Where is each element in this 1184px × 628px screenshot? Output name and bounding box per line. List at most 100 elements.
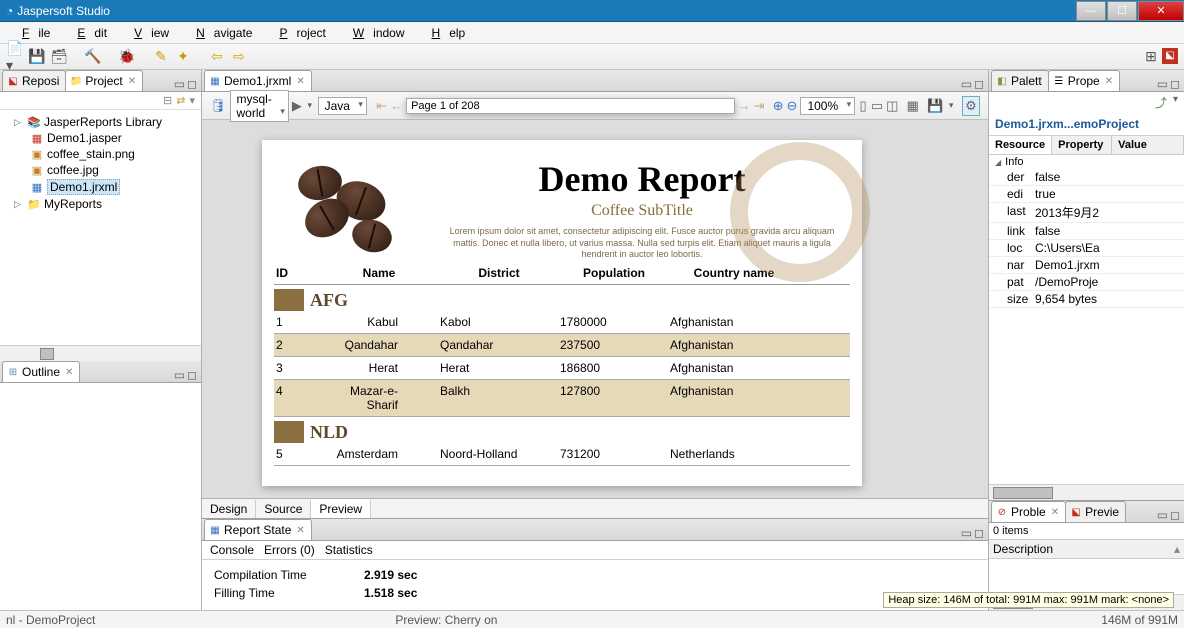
tree-lib[interactable]: ▷📚JasperReports Library (4, 114, 197, 130)
close-icon[interactable]: ✕ (128, 76, 136, 87)
minimize-view-icon[interactable]: ▭ (961, 77, 972, 91)
close-icon[interactable]: ✕ (296, 76, 304, 87)
props-menu-icon[interactable]: ⤴ (1155, 94, 1167, 111)
build-icon[interactable]: 🔨 (84, 48, 102, 66)
maximize-view-icon[interactable]: ◻ (1170, 508, 1180, 522)
zoom-select[interactable]: 100% (800, 97, 855, 115)
menu-view[interactable]: View (116, 24, 178, 42)
play-menu-icon[interactable]: ▾ (305, 100, 315, 111)
property-row[interactable]: pat/DemoProje (989, 274, 1184, 291)
export-icon[interactable]: ▦ (907, 98, 919, 114)
sort-icon[interactable]: ▴ (1174, 542, 1180, 556)
save-icon[interactable]: 💾 (927, 98, 943, 114)
tree-stain[interactable]: ▣coffee_stain.png (4, 146, 197, 162)
tree-jrxml[interactable]: ▦Demo1.jrxml (4, 178, 197, 196)
maximize-view-icon[interactable]: ◻ (187, 368, 197, 382)
back-icon[interactable]: ⇦ (208, 48, 226, 66)
fit-width-icon[interactable]: ▭ (871, 98, 883, 114)
save-icon[interactable]: 💾 (28, 48, 46, 66)
maximize-view-icon[interactable]: ◻ (1170, 77, 1180, 91)
maximize-view-icon[interactable]: ◻ (187, 77, 197, 91)
maximize-view-icon[interactable]: ◻ (974, 77, 984, 91)
close-icon[interactable]: ✕ (1051, 507, 1059, 518)
property-row[interactable]: narDemo1.jrxm (989, 257, 1184, 274)
property-row[interactable]: last2013年9月2 (989, 203, 1184, 223)
subtab-errors[interactable]: Errors (0) (264, 543, 315, 557)
tab-reportstate[interactable]: ▦Report State✕ (204, 519, 312, 540)
project-tree[interactable]: ▷📚JasperReports Library ▦Demo1.jasper ▣c… (0, 110, 201, 345)
tree-coffee[interactable]: ▣coffee.jpg (4, 162, 197, 178)
first-page-icon[interactable]: ⇤ (376, 98, 387, 114)
minimize-view-icon[interactable]: ▭ (1157, 77, 1168, 91)
page-indicator[interactable]: Page 1 of 208 (406, 98, 735, 114)
saveall-icon[interactable]: 🗃 (50, 48, 68, 66)
fit-page-icon[interactable]: ▯ (858, 98, 868, 114)
tab-properties[interactable]: ☰Prope✕ (1048, 70, 1120, 91)
window-minimize[interactable]: — (1076, 1, 1106, 21)
tab-source[interactable]: Source (256, 500, 311, 518)
report-canvas[interactable]: Demo Report Coffee SubTitle Lorem ipsum … (202, 120, 988, 498)
menu-help[interactable]: Help (414, 24, 475, 42)
fit-actual-icon[interactable]: ◫ (886, 98, 898, 114)
close-icon[interactable]: ✕ (296, 525, 304, 536)
menu-window[interactable]: Window (335, 24, 414, 42)
props-hscroll[interactable] (989, 484, 1184, 500)
view-menu-icon[interactable]: ▾ (189, 94, 195, 107)
tab-demo1[interactable]: ▦Demo1.jrxml✕ (204, 70, 312, 91)
tree-hscroll[interactable] (0, 345, 201, 361)
tab-problems[interactable]: ⊘Proble✕ (991, 501, 1066, 522)
window-maximize[interactable]: ☐ (1107, 1, 1137, 21)
cat-resource[interactable]: Resource (989, 136, 1052, 154)
tab-preview[interactable]: Preview (311, 499, 371, 518)
settings-icon[interactable]: ⚙ (962, 96, 980, 116)
paint-icon[interactable]: ✎ (152, 48, 170, 66)
minimize-view-icon[interactable]: ▭ (1157, 508, 1168, 522)
new-icon[interactable]: 📄▾ (6, 48, 24, 66)
next-page-icon[interactable]: → (738, 98, 751, 113)
prev-page-icon[interactable]: ← (390, 98, 403, 113)
jasper-perspective-icon[interactable]: ⬕ (1162, 48, 1178, 64)
save-menu-icon[interactable]: ▾ (946, 100, 956, 111)
debug-icon[interactable]: 🐞 (118, 48, 136, 66)
props-group-info[interactable]: Info (989, 155, 1184, 169)
perspective-icon[interactable]: ⊞ (1142, 48, 1160, 66)
window-close[interactable]: ✕ (1138, 1, 1184, 21)
tab-outline[interactable]: ⊞Outline✕ (2, 361, 80, 382)
menu-project[interactable]: Project (261, 24, 334, 42)
tab-design[interactable]: Design (202, 500, 256, 518)
link-icon[interactable]: ⇄ (176, 94, 185, 107)
props-dropdown-icon[interactable]: ▾ (1173, 94, 1178, 111)
lang-select[interactable]: Java (318, 97, 367, 115)
property-row[interactable]: editrue (989, 186, 1184, 203)
problems-desc-header[interactable]: Description▴ (989, 540, 1184, 559)
tree-myreports[interactable]: ▷📁MyReports (4, 196, 197, 212)
property-row[interactable]: derfalse (989, 169, 1184, 186)
zoom-in-icon[interactable]: ⊕ (773, 98, 784, 114)
minimize-view-icon[interactable]: ▭ (961, 526, 972, 540)
wand-icon[interactable]: ✦ (174, 48, 192, 66)
minimize-view-icon[interactable]: ▭ (174, 77, 185, 91)
subtab-console[interactable]: Console (210, 543, 254, 557)
tab-reposi[interactable]: ⬕Reposi (2, 70, 66, 91)
menu-navigate[interactable]: Navigate (178, 24, 261, 42)
tree-jasper[interactable]: ▦Demo1.jasper (4, 130, 197, 146)
last-page-icon[interactable]: ⇥ (754, 98, 765, 114)
datasource-select[interactable]: mysql-world (230, 90, 289, 122)
menu-edit[interactable]: Edit (59, 24, 116, 42)
properties-list[interactable]: Info derfalseeditruelast2013年9月2linkfals… (989, 155, 1184, 484)
collapse-icon[interactable]: ⊟ (163, 94, 172, 107)
play-icon[interactable]: ▶ (292, 98, 302, 114)
tab-palette[interactable]: ◧Palett (991, 70, 1049, 91)
tab-project[interactable]: 📁Project✕ (65, 70, 143, 91)
close-icon[interactable]: ✕ (65, 367, 73, 378)
fwd-icon[interactable]: ⇨ (230, 48, 248, 66)
minimize-view-icon[interactable]: ▭ (174, 368, 185, 382)
property-row[interactable]: locC:\Users\Ea (989, 240, 1184, 257)
subtab-statistics[interactable]: Statistics (325, 543, 373, 557)
close-icon[interactable]: ✕ (1105, 76, 1113, 87)
property-row[interactable]: linkfalse (989, 223, 1184, 240)
tab-preview2[interactable]: ⬕Previe (1065, 501, 1126, 522)
property-row[interactable]: size9,654 bytes (989, 291, 1184, 308)
zoom-out-icon[interactable]: ⊖ (787, 98, 798, 114)
maximize-view-icon[interactable]: ◻ (974, 526, 984, 540)
